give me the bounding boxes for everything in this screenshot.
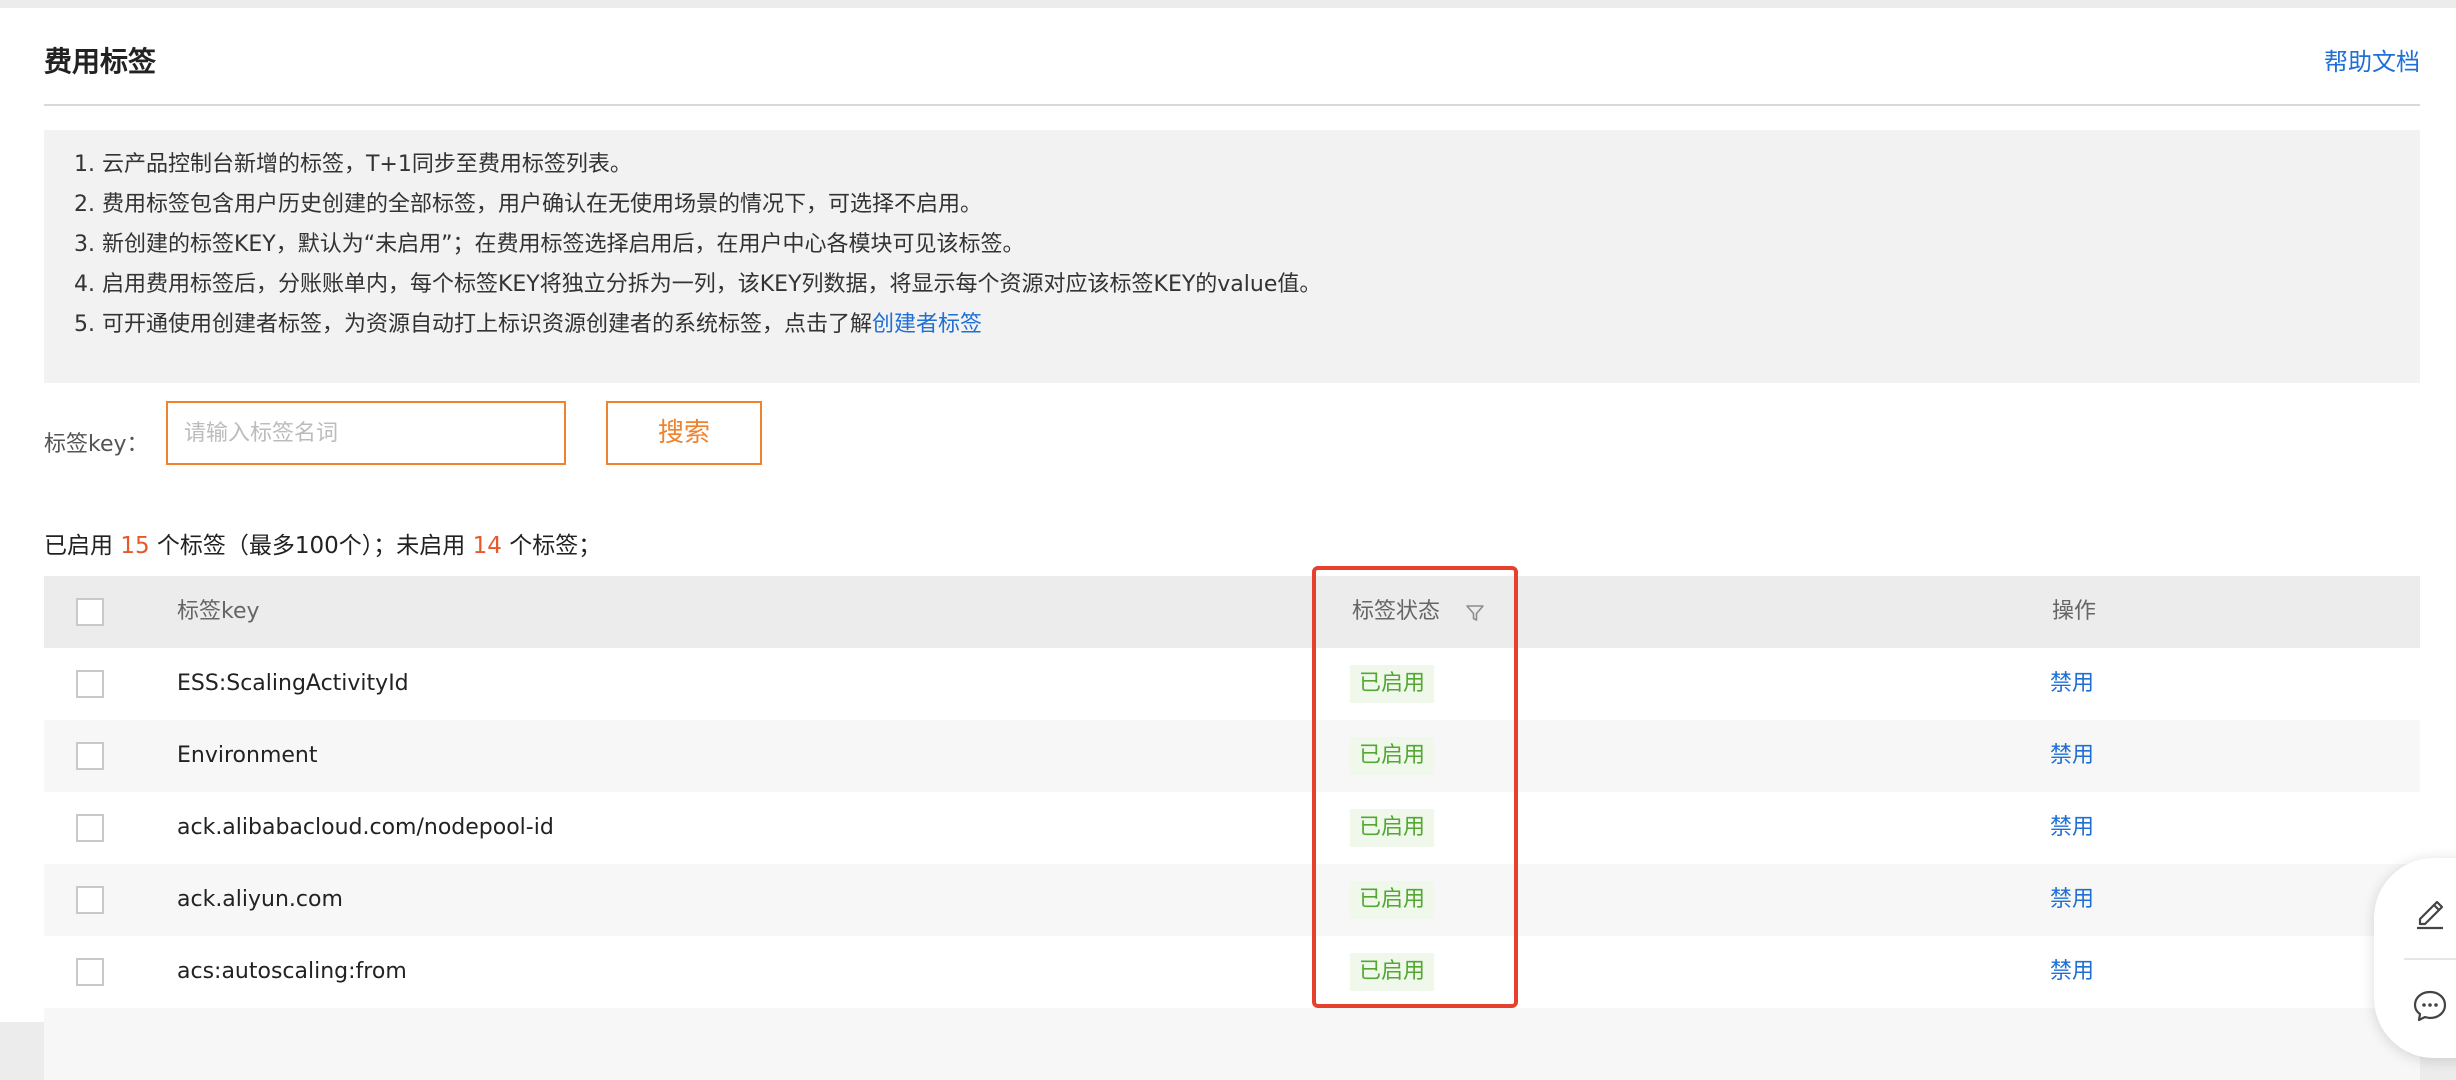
- select-all-checkbox[interactable]: [76, 598, 104, 626]
- column-header-key: 标签key: [177, 599, 260, 624]
- row-tag-key: ack.aliyun.com: [177, 887, 343, 912]
- disable-button[interactable]: 禁用: [2050, 864, 2094, 936]
- floating-toolbar: [2374, 858, 2456, 1058]
- summary-prefix: 已启用: [44, 533, 113, 559]
- table-row: ack.alibabacloud.com/nodepool-id 已启用 禁用: [44, 792, 2420, 864]
- table-row: ESS:ScalingActivityId 已启用 禁用: [44, 648, 2420, 720]
- disable-button[interactable]: 禁用: [2050, 792, 2094, 864]
- table-row: [44, 1008, 2420, 1080]
- title-divider: [44, 104, 2420, 106]
- notice-line-5-text: 5. 可开通使用创建者标签，为资源自动打上标识资源创建者的系统标签，点击了解: [74, 312, 872, 337]
- table-row: ack.aliyun.com 已启用 禁用: [44, 864, 2420, 936]
- creator-tag-link[interactable]: 创建者标签: [872, 312, 982, 337]
- notice-line-5: 5. 可开通使用创建者标签，为资源自动打上标识资源创建者的系统标签，点击了解创建…: [74, 306, 982, 338]
- table-header: 标签key 标签状态 操作: [44, 576, 2420, 648]
- enabled-count: 15: [120, 533, 150, 559]
- tag-search-input[interactable]: [166, 401, 566, 465]
- column-header-status: 标签状态: [1352, 599, 1441, 624]
- page-title: 费用标签: [44, 45, 157, 78]
- filter-icon[interactable]: [1464, 602, 1486, 624]
- row-checkbox[interactable]: [76, 670, 104, 698]
- status-badge: 已启用: [1350, 809, 1435, 847]
- tag-table: 标签key 标签状态 操作 ESS:ScalingActivityId 已启用 …: [44, 576, 2420, 1080]
- edit-icon[interactable]: [2412, 894, 2448, 930]
- tag-summary: 已启用 15 个标签（最多100个）；未启用 14 个标签；: [44, 526, 601, 560]
- row-tag-key: ack.alibabacloud.com/nodepool-id: [177, 815, 554, 840]
- row-checkbox[interactable]: [76, 958, 104, 986]
- column-header-ops: 操作: [2052, 599, 2097, 624]
- table-row: Environment 已启用 禁用: [44, 720, 2420, 792]
- notice-line-1: 1. 云产品控制台新增的标签，T+1同步至费用标签列表。: [74, 152, 632, 177]
- disabled-count: 14: [472, 533, 502, 559]
- table-row: acs:autoscaling:from 已启用 禁用: [44, 936, 2420, 1008]
- disable-button[interactable]: 禁用: [2050, 720, 2094, 792]
- summary-middle: 个标签（最多100个）；未启用: [156, 533, 466, 559]
- summary-suffix: 个标签；: [509, 533, 602, 559]
- status-badge: 已启用: [1350, 665, 1435, 703]
- status-badge: 已启用: [1350, 881, 1435, 919]
- notice-box: 1. 云产品控制台新增的标签，T+1同步至费用标签列表。 2. 费用标签包含用户…: [44, 130, 2420, 383]
- disable-button[interactable]: 禁用: [2050, 936, 2094, 1008]
- row-checkbox[interactable]: [76, 886, 104, 914]
- status-badge: 已启用: [1350, 737, 1435, 775]
- chat-icon[interactable]: [2410, 986, 2450, 1026]
- search-label: 标签key：: [44, 432, 149, 457]
- notice-line-4: 4. 启用费用标签后，分账账单内，每个标签KEY将独立分拆为一列，该KEY列数据…: [74, 272, 1322, 297]
- status-badge: 已启用: [1350, 953, 1435, 991]
- row-tag-key: acs:autoscaling:from: [177, 959, 407, 984]
- main-panel: 费用标签 帮助文档 1. 云产品控制台新增的标签，T+1同步至费用标签列表。 2…: [0, 8, 2456, 1080]
- notice-line-2: 2. 费用标签包含用户历史创建的全部标签，用户确认在无使用场景的情况下，可选择不…: [74, 192, 982, 217]
- row-tag-key: Environment: [177, 743, 318, 768]
- disable-button[interactable]: 禁用: [2050, 648, 2094, 720]
- search-button[interactable]: 搜索: [606, 401, 762, 465]
- row-tag-key: ESS:ScalingActivityId: [177, 671, 409, 696]
- notice-line-3: 3. 新创建的标签KEY，默认为“未启用”；在费用标签选择启用后，在用户中心各模…: [74, 232, 1025, 257]
- row-checkbox[interactable]: [76, 742, 104, 770]
- toolbar-divider: [2404, 958, 2456, 960]
- row-checkbox[interactable]: [76, 814, 104, 842]
- help-docs-link[interactable]: 帮助文档: [2324, 42, 2420, 77]
